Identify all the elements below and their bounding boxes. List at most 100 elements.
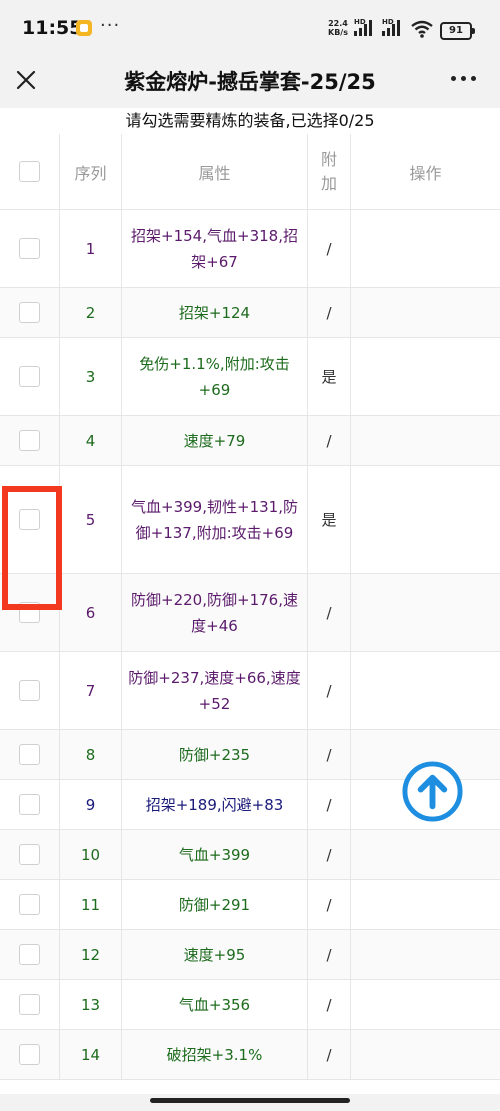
row-attributes: 招架+189,闪避+83 [122,780,308,829]
row-index: 12 [60,930,122,979]
table-row[interactable]: 5 气血+399,韧性+131,防御+137,附加:攻击+69 是 [0,466,500,574]
row-action [351,1030,500,1079]
row-select-cell [0,1030,60,1079]
row-extra: / [308,730,351,779]
row-attributes: 防御+235 [122,730,308,779]
more-icon[interactable] [451,76,476,81]
row-select-cell [0,652,60,729]
row-extra: / [308,830,351,879]
row-checkbox[interactable] [19,430,40,451]
row-action [351,930,500,979]
row-attributes: 防御+237,速度+66,速度+52 [122,652,308,729]
row-extra: / [308,1030,351,1079]
row-select-cell [0,830,60,879]
row-checkbox[interactable] [19,844,40,865]
table-row[interactable]: 4 速度+79/ [0,416,500,466]
row-attributes: 招架+124 [122,288,308,337]
select-all-checkbox[interactable] [19,161,40,182]
row-checkbox[interactable] [19,302,40,323]
row-action [351,980,500,1029]
row-select-cell [0,210,60,287]
header-extra-line-2: 加 [320,173,337,193]
row-index: 11 [60,880,122,929]
row-extra: 是 [308,338,351,415]
row-index: 6 [60,574,122,651]
arrow-up-circle-icon [402,761,463,822]
table-row[interactable]: 10 气血+399/ [0,830,500,880]
row-select-cell [0,780,60,829]
row-extra: / [308,416,351,465]
table-header-row: 序列 属性 附 加 操作 [0,134,500,210]
row-index: 3 [60,338,122,415]
row-index: 4 [60,416,122,465]
header-action: 操作 [409,163,442,183]
row-select-cell [0,288,60,337]
row-index: 14 [60,1030,122,1079]
row-extra: / [308,652,351,729]
row-extra: / [308,880,351,929]
table-row[interactable]: 1 招架+154,气血+318,招架+67/ [0,210,500,288]
row-attributes: 气血+356 [122,980,308,1029]
app-notification-icon [76,20,92,36]
row-extra: / [308,210,351,287]
home-indicator [150,1098,350,1103]
status-more-dots: ··· [100,15,121,36]
row-extra: / [308,930,351,979]
network-speed-value: 22.4 [328,19,348,28]
row-checkbox[interactable] [19,1044,40,1065]
scroll-top-button[interactable] [401,760,464,823]
table-row[interactable]: 13 气血+356/ [0,980,500,1030]
row-checkbox[interactable] [19,744,40,765]
row-index: 10 [60,830,122,879]
row-extra: / [308,780,351,829]
header-extra: 附 加 [308,134,351,209]
row-action [351,210,500,287]
battery-level: 91 [449,25,463,36]
row-checkbox[interactable] [19,680,40,701]
row-select-cell [0,416,60,465]
row-attributes: 气血+399 [122,830,308,879]
close-icon[interactable] [14,68,38,92]
row-attributes: 气血+399,韧性+131,防御+137,附加:攻击+69 [122,466,308,573]
table-row[interactable]: 11 防御+291/ [0,880,500,930]
row-checkbox[interactable] [19,794,40,815]
selection-notice: 请勾选需要精炼的装备,已选择0/25 [0,108,500,134]
table-row[interactable]: 14 破招架+3.1% / [0,1030,500,1080]
row-index: 8 [60,730,122,779]
row-checkbox[interactable] [19,238,40,259]
row-index: 9 [60,780,122,829]
row-action [351,466,500,573]
header-index: 序列 [60,134,122,209]
header-extra-line-1: 附 [320,149,337,169]
row-extra: / [308,574,351,651]
table-row[interactable]: 2 招架+124/ [0,288,500,338]
row-action [351,338,500,415]
table-row[interactable]: 7 防御+237,速度+66,速度+52/ [0,652,500,730]
row-action [351,880,500,929]
header-select-cell [0,134,60,209]
row-extra: 是 [308,466,351,573]
table-row[interactable]: 6 防御+220,防御+176,速度+46/ [0,574,500,652]
network-speed: 22.4 KB/s [328,19,348,37]
page-title: 紫金熔炉-撼岳掌套-25/25 [124,70,376,94]
row-checkbox[interactable] [19,894,40,915]
row-checkbox[interactable] [19,366,40,387]
table-row[interactable]: 3 免伤+1.1%,附加:攻击+69 是 [0,338,500,416]
row-index: 7 [60,652,122,729]
row-extra: / [308,980,351,1029]
row-checkbox[interactable] [19,994,40,1015]
row-action [351,574,500,651]
nav-bar: 紫金熔炉-撼岳掌套-25/25 [0,58,500,106]
annotation-highlight-box [2,486,62,610]
row-action [351,830,500,879]
table-row[interactable]: 12 速度+95/ [0,930,500,980]
equipment-table: 序列 属性 附 加 操作 1 招架+154,气血+318,招架+67/2 招架+12… [0,134,500,1094]
row-attributes: 防御+291 [122,880,308,929]
row-index: 5 [60,466,122,573]
row-action [351,652,500,729]
network-speed-unit: KB/s [328,28,348,37]
row-attributes: 速度+95 [122,930,308,979]
wifi-icon [411,20,433,38]
row-select-cell [0,930,60,979]
row-checkbox[interactable] [19,944,40,965]
